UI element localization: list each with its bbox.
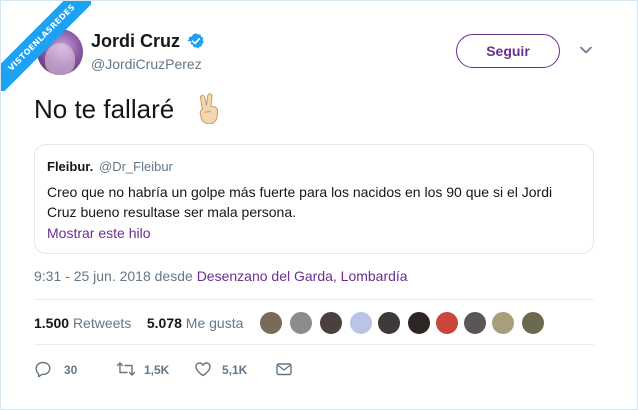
liker-avatar[interactable] (377, 311, 401, 335)
direct-message-button[interactable] (275, 360, 297, 380)
retweets-label: Retweets (72, 315, 132, 331)
verified-badge-icon (187, 33, 204, 49)
watermark-ribbon: VISTOENLASREDES (1, 1, 91, 91)
liker-avatar[interactable] (521, 311, 545, 335)
retweet-icon (116, 362, 136, 376)
show-thread-link[interactable]: Mostrar este hilo (47, 225, 150, 241)
liker-avatar[interactable] (349, 311, 373, 335)
liker-avatar[interactable] (289, 311, 313, 335)
reply-count: 30 (64, 363, 78, 377)
retweets-stat[interactable]: 1.500 Retweets (34, 315, 131, 331)
watermark-text: VISTOENLASREDES (1, 1, 91, 91)
liker-avatar[interactable] (463, 311, 487, 335)
like-count: 5,1K (222, 363, 248, 377)
victory-hand-icon (199, 93, 218, 124)
retweets-count: 1.500 (34, 315, 70, 331)
liker-avatar[interactable] (259, 311, 283, 335)
tweet-meta: 9:31 - 25 jun. 2018 desde Desenzano del … (34, 268, 408, 284)
like-button[interactable]: 5,1K (194, 360, 254, 380)
divider (34, 299, 594, 300)
tweet-timestamp[interactable]: 9:31 - 25 jun. 2018 desde (34, 268, 197, 284)
liker-avatar[interactable] (435, 311, 459, 335)
liker-avatar[interactable] (491, 311, 515, 335)
envelope-icon (276, 363, 292, 376)
reply-button[interactable]: 30 (34, 360, 94, 380)
quoted-author-handle: @Dr_Fleibur (99, 159, 173, 174)
tweet-text: No te fallaré (34, 94, 175, 124)
liker-avatar[interactable] (319, 311, 343, 335)
quoted-text: Creo que no habría un golpe más fuerte p… (47, 184, 553, 220)
chevron-down-icon[interactable] (579, 43, 593, 57)
tweet-location[interactable]: Desenzano del Garda, Lombardía (197, 268, 408, 284)
author-name[interactable]: Jordi Cruz (91, 31, 180, 52)
follow-button[interactable]: Seguir (456, 34, 560, 68)
liker-avatar[interactable] (407, 311, 431, 335)
likes-label: Me gusta (185, 315, 244, 331)
retweet-count: 1,5K (144, 363, 170, 377)
heart-icon (195, 362, 211, 377)
retweet-button[interactable]: 1,5K (116, 360, 176, 380)
reply-icon (35, 361, 51, 378)
author-handle[interactable]: @JordiCruzPerez (91, 56, 202, 72)
quoted-author-name: Fleibur. (47, 159, 94, 174)
likes-stat[interactable]: 5.078 Me gusta (147, 315, 244, 331)
likes-count: 5.078 (146, 315, 182, 331)
quoted-tweet[interactable]: Fleibur. @Dr_Fleibur Creo que no habría … (34, 144, 594, 254)
divider (34, 344, 594, 345)
tweet-card: VISTOENLASREDES Jordi Cruz @JordiCruzPer… (0, 0, 638, 410)
tweet-stats: 1.500 Retweets 5.078 Me gusta (34, 315, 243, 331)
